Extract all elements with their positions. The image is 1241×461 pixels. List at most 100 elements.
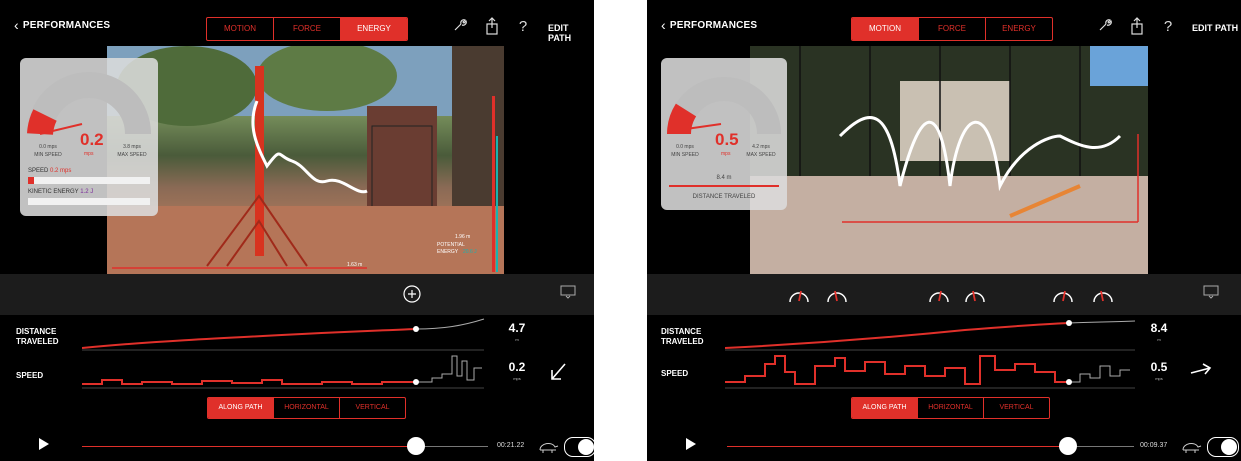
play-button[interactable] <box>39 438 49 450</box>
tab-motion[interactable]: MOTION <box>852 18 919 40</box>
chevron-left-icon: ‹ <box>661 17 666 33</box>
right-foot-gauge-icon[interactable] <box>825 284 849 309</box>
video-frame[interactable] <box>750 46 1148 274</box>
help-icon[interactable]: ? <box>1159 17 1177 37</box>
speed-bar-fill <box>28 177 34 184</box>
tab-force[interactable]: FORCE <box>274 18 341 40</box>
toggle-knob <box>1221 439 1237 455</box>
wrench-icon[interactable] <box>1096 17 1114 37</box>
speed-gauge-card: 0.5 mps 0.0 mps MIN SPEED 4.2 mps MAX SP… <box>661 58 787 210</box>
timeline-progress[interactable] <box>82 446 416 447</box>
distance-label-2: TRAVELED <box>661 337 704 346</box>
tab-energy[interactable]: ENERGY <box>341 18 407 40</box>
tab-along-path[interactable]: ALONG PATH <box>208 398 274 418</box>
tab-force[interactable]: FORCE <box>919 18 986 40</box>
speed-cursor <box>1066 379 1072 385</box>
left-knee-gauge-icon[interactable] <box>1051 284 1075 309</box>
speed-value-display: 0.2 <box>508 360 526 374</box>
min-speed-value: 0.0 mps <box>39 144 57 150</box>
speed-line-future <box>416 355 482 383</box>
speed-line <box>82 379 416 385</box>
mode-tabs: MOTION FORCE ENERGY <box>206 17 408 41</box>
speed-value: 0.2 mps <box>50 168 72 174</box>
toggle-knob <box>578 439 594 455</box>
gauge-value: 0.5 <box>715 130 739 149</box>
speed-unit: mps <box>1155 376 1163 381</box>
left-foot-gauge-icon[interactable] <box>787 284 811 309</box>
play-button[interactable] <box>686 438 696 450</box>
distance-label-2: TRAVELED <box>16 337 59 346</box>
tab-horizontal[interactable]: HORIZONTAL <box>918 398 984 418</box>
speed-line-future <box>1069 365 1130 383</box>
tab-along-path[interactable]: ALONG PATH <box>852 398 918 418</box>
slow-motion-toggle[interactable] <box>564 437 594 457</box>
turtle-icon <box>537 437 559 460</box>
distance-unit: m <box>1157 337 1161 342</box>
max-speed-value: 3.8 mps <box>123 144 141 150</box>
tab-horizontal[interactable]: HORIZONTAL <box>274 398 340 418</box>
time-readout: 00:21.22 <box>497 442 525 449</box>
distance-value: 4.7 <box>508 321 526 335</box>
speed-cursor <box>413 379 419 385</box>
distance-value: 8.4 <box>1150 321 1168 335</box>
timeline-remaining[interactable] <box>1068 446 1134 447</box>
turtle-icon <box>1180 437 1202 460</box>
ke-bar <box>28 198 150 205</box>
tab-vertical[interactable]: VERTICAL <box>340 398 405 418</box>
mode-tabs: MOTION FORCE ENERGY <box>851 17 1053 41</box>
speed-row: SPEED 0.2 mps <box>28 168 71 174</box>
path-mode-tabs: ALONG PATH HORIZONTAL VERTICAL <box>207 397 406 419</box>
gauge-unit: mps <box>84 151 94 157</box>
wrench-icon[interactable] <box>451 17 469 37</box>
speed-line <box>725 355 1069 385</box>
gauge-value: 0.2 <box>80 130 104 149</box>
help-icon[interactable]: ? <box>514 17 532 37</box>
tab-vertical[interactable]: VERTICAL <box>984 398 1049 418</box>
time-readout: 00:09.37 <box>1140 442 1168 449</box>
distance-bar <box>669 185 779 187</box>
edit-path-button[interactable]: EDIT PATH <box>1192 23 1238 33</box>
distance-cursor <box>1066 320 1072 326</box>
right-graphs[interactable] <box>725 316 1137 396</box>
speed-chart-label: SPEED <box>16 371 44 380</box>
back-button[interactable]: ‹ PERFORMANCES <box>661 17 757 33</box>
share-icon[interactable] <box>483 17 501 37</box>
distance-line-future <box>1068 320 1136 324</box>
distance-label-1: DISTANCE <box>661 327 702 336</box>
pe-value: 20.6 J <box>463 249 477 255</box>
kinetic-energy-row: KINETIC ENERGY 1.2 J <box>28 189 93 195</box>
right-knee-gauge-icon[interactable] <box>1091 284 1115 309</box>
left-screen: ‹ PERFORMANCES MOTION FORCE ENERGY ? EDI… <box>0 0 594 461</box>
min-speed-value: 0.0 mps <box>676 144 694 150</box>
timeline-remaining[interactable] <box>416 446 488 447</box>
speed-value-display: 0.5 <box>1150 360 1168 374</box>
right-hand-gauge-icon[interactable] <box>963 284 987 309</box>
back-label: PERFORMANCES <box>669 19 758 31</box>
min-speed-label: MIN SPEED <box>34 152 62 158</box>
distance-chart-label: DISTANCE TRAVELED <box>16 327 59 347</box>
timeline-progress[interactable] <box>727 446 1068 447</box>
gauge-unit: mps <box>721 151 731 157</box>
speed-chart-label: SPEED <box>661 369 689 378</box>
height-value: 1.96 m <box>455 234 471 240</box>
timeline-thumb[interactable] <box>1059 437 1077 455</box>
share-icon[interactable] <box>1128 17 1146 37</box>
distance-line <box>82 328 417 349</box>
back-button[interactable]: ‹ PERFORMANCES <box>14 17 110 33</box>
timeline-thumb[interactable] <box>407 437 425 455</box>
left-graphs[interactable] <box>82 316 492 396</box>
slow-motion-toggle[interactable] <box>1207 437 1239 457</box>
video-frame[interactable]: 1.96 m POTENTIAL ENERGY 20.6 J 1.63 m <box>107 46 504 274</box>
tab-motion[interactable]: MOTION <box>207 18 274 40</box>
edit-path-button[interactable]: EDIT PATH <box>548 23 594 43</box>
add-icon[interactable] <box>403 285 421 308</box>
distance-overlay: 1.63 m <box>347 262 363 268</box>
speed-label: SPEED <box>28 168 49 174</box>
pe-label-2: ENERGY <box>437 249 459 255</box>
speed-unit: mps <box>513 376 521 381</box>
keyboard-icon[interactable] <box>560 285 576 304</box>
tab-energy[interactable]: ENERGY <box>986 18 1052 40</box>
left-hand-gauge-icon[interactable] <box>927 284 951 309</box>
keyboard-icon[interactable] <box>1203 285 1219 304</box>
tool-strip <box>0 274 594 315</box>
